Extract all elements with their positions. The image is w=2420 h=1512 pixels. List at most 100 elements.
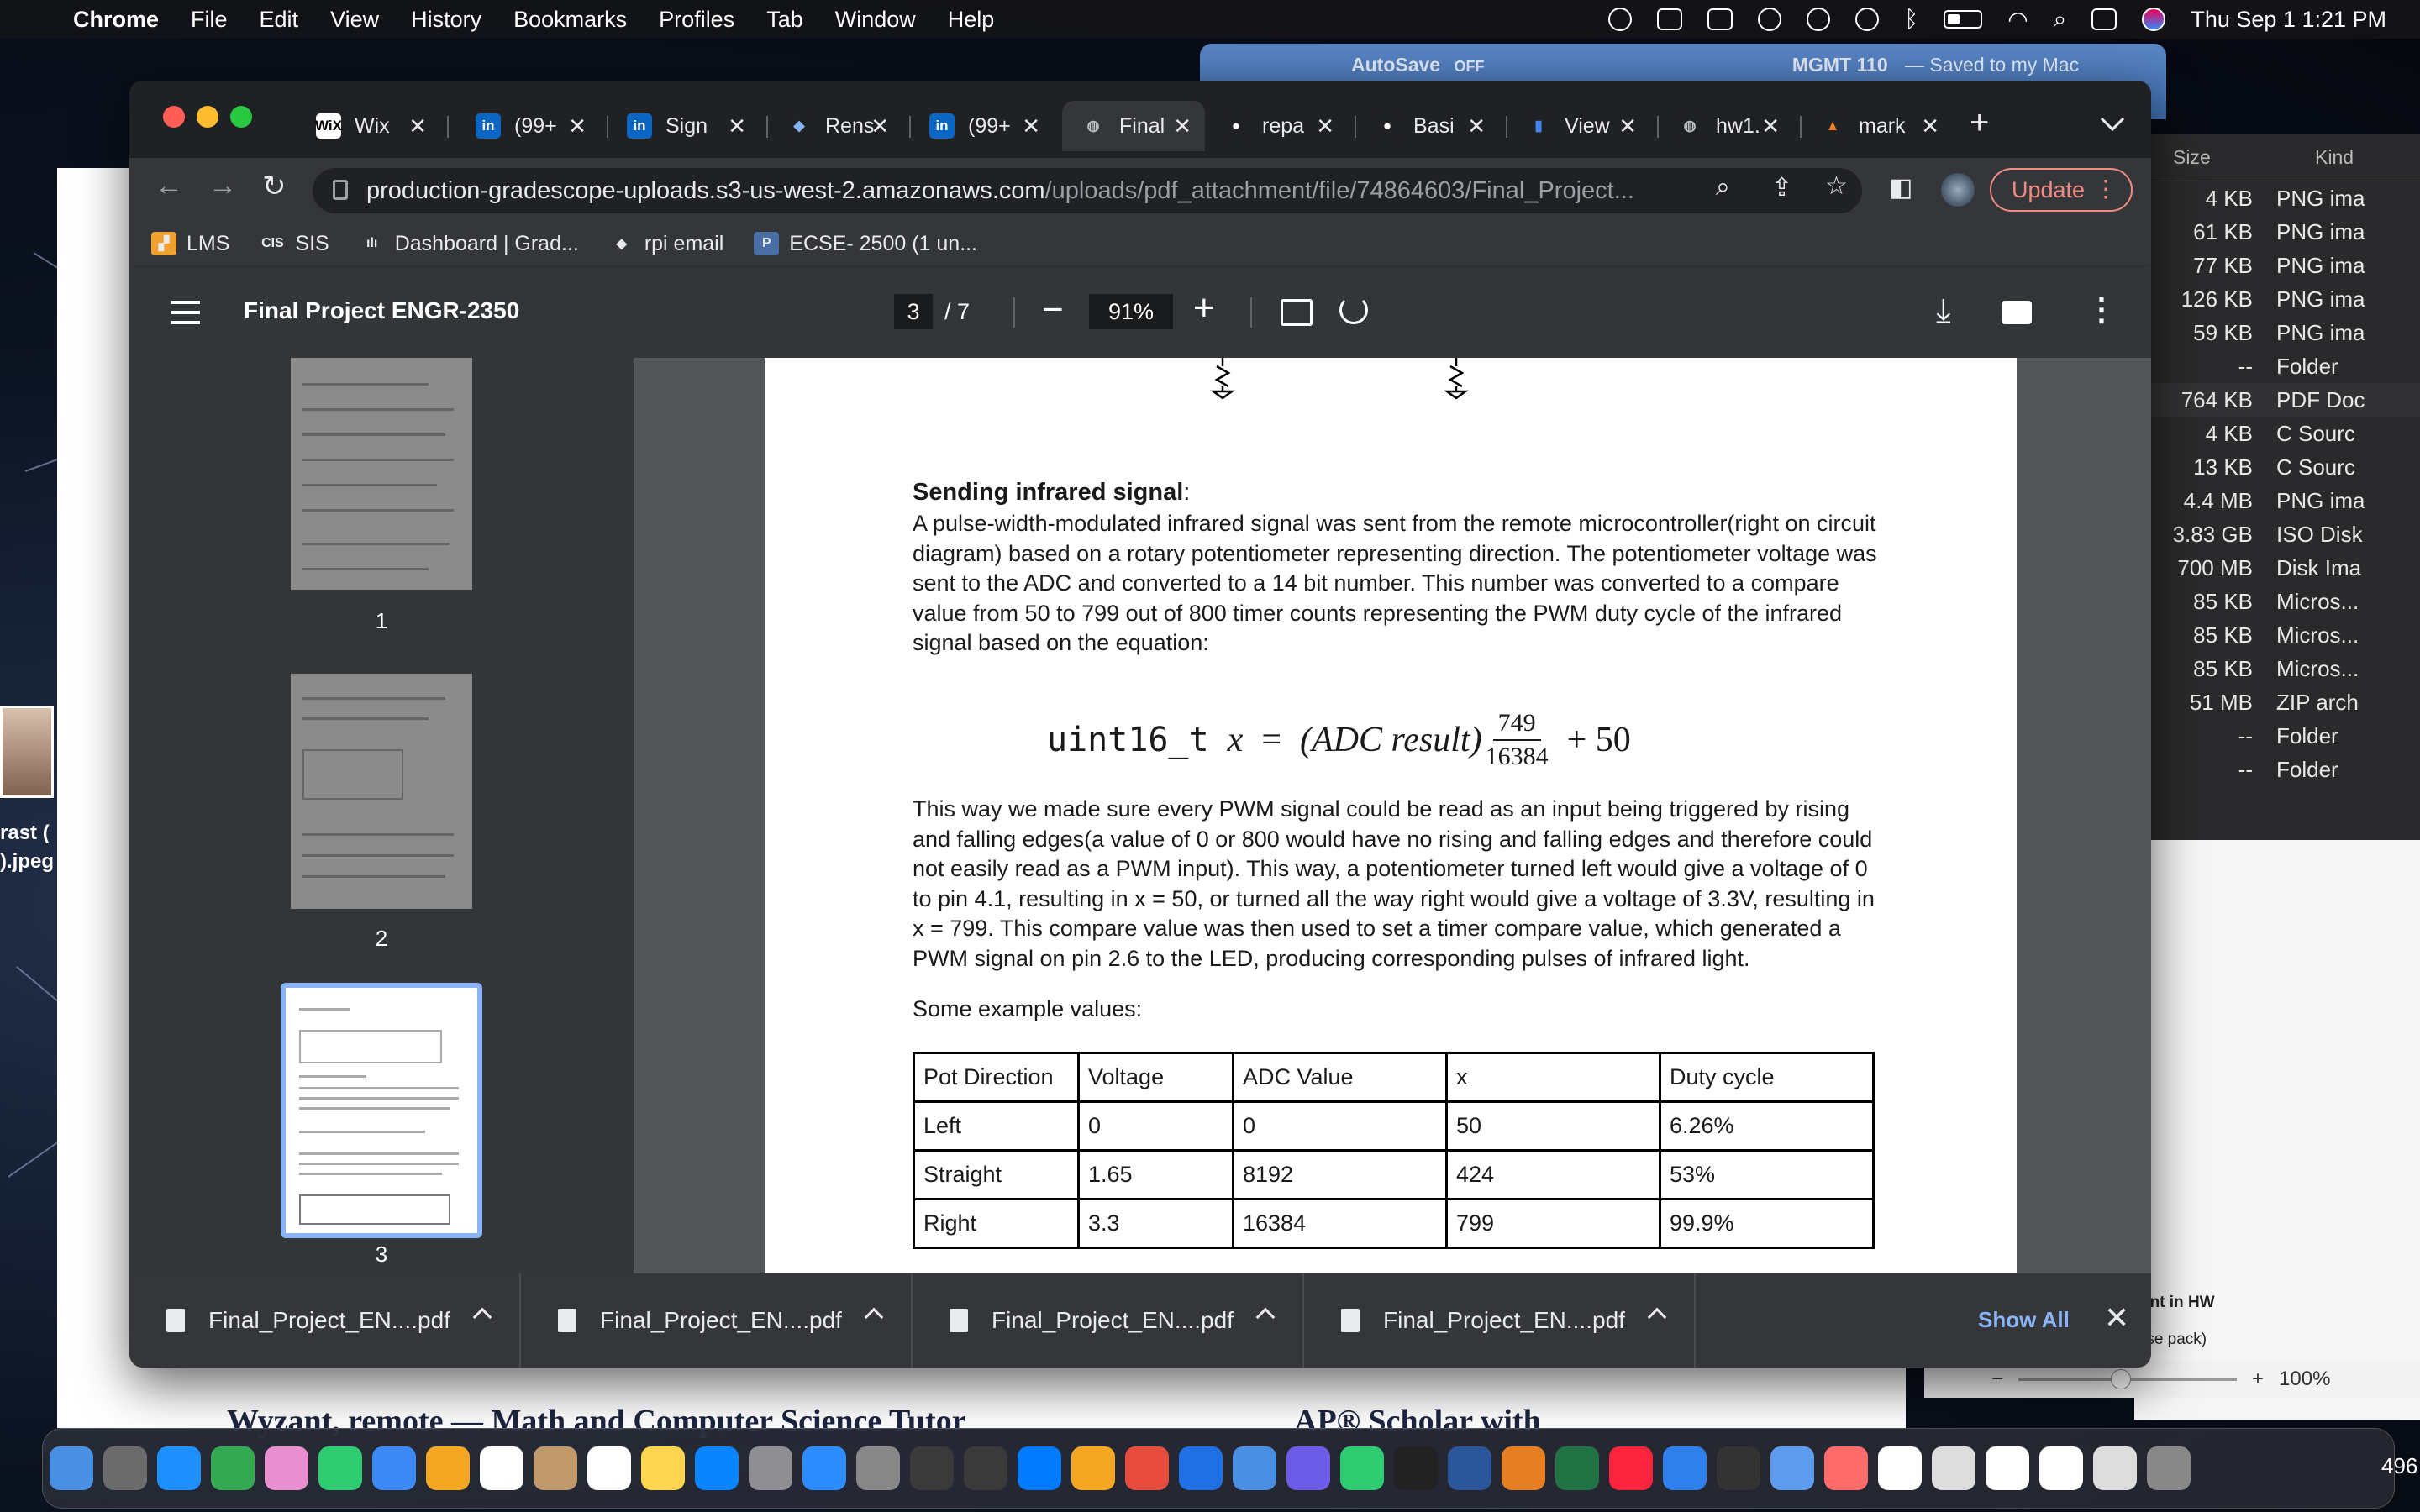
side-panel-icon[interactable]: ◧ xyxy=(1889,173,1912,202)
dock-app-icon[interactable] xyxy=(157,1446,201,1490)
dock-app-icon[interactable] xyxy=(1770,1446,1814,1490)
browser-tab[interactable]: ● Basi ✕ xyxy=(1356,101,1499,151)
browser-tab[interactable]: ▲ mark ✕ xyxy=(1802,101,1953,151)
close-tab-icon[interactable]: ✕ xyxy=(568,113,587,139)
fit-to-page-icon[interactable] xyxy=(1281,299,1313,326)
finder-row[interactable]: 764 KB PDF Doc xyxy=(2134,383,2420,417)
play-icon[interactable] xyxy=(1855,8,1880,31)
rotate-icon[interactable] xyxy=(1339,296,1368,324)
dock-app-icon[interactable] xyxy=(587,1446,631,1490)
finder-row[interactable]: 59 KB PNG ima xyxy=(2134,316,2420,349)
dock-app-icon[interactable] xyxy=(211,1446,255,1490)
show-all-downloads-button[interactable]: Show All xyxy=(1978,1307,2070,1333)
unity-icon[interactable] xyxy=(1657,8,1683,30)
minimize-window-button[interactable] xyxy=(197,106,218,128)
zoom-slider[interactable] xyxy=(2018,1369,2238,1389)
menu-profiles[interactable]: Profiles xyxy=(643,7,750,33)
dock-app-icon[interactable] xyxy=(695,1446,739,1490)
dock-app-icon[interactable] xyxy=(1340,1446,1384,1490)
dock-app-icon[interactable] xyxy=(372,1446,416,1490)
close-tab-icon[interactable]: ✕ xyxy=(1467,113,1486,139)
battery-icon[interactable] xyxy=(1944,10,1983,29)
finder-row[interactable]: 13 KB C Sourc xyxy=(2134,450,2420,484)
zoom-out-icon[interactable]: − xyxy=(1991,1368,2003,1391)
download-item[interactable]: Final_Project_EN....pdf xyxy=(1304,1273,1696,1368)
dock-app-icon[interactable] xyxy=(1125,1446,1169,1490)
close-tab-icon[interactable]: ✕ xyxy=(728,113,746,139)
browser-tab[interactable]: ▮ View ✕ xyxy=(1507,101,1650,151)
browser-tab[interactable]: ● repa ✕ xyxy=(1205,101,1348,151)
dock-app-icon[interactable] xyxy=(1555,1446,1599,1490)
finder-row[interactable]: 85 KB Micros... xyxy=(2134,618,2420,652)
forward-arrow-icon[interactable]: → xyxy=(208,170,237,202)
dock-app-icon[interactable] xyxy=(2039,1446,2083,1490)
zoom-in-icon[interactable]: + xyxy=(2252,1368,2264,1391)
dock-app-icon[interactable] xyxy=(802,1446,846,1490)
download-options-chevron-icon[interactable] xyxy=(1255,1307,1276,1327)
page-number-input[interactable]: 3 xyxy=(894,294,933,329)
finder-row[interactable]: -- Folder xyxy=(2134,719,2420,753)
tab-search-chevron-icon[interactable] xyxy=(2100,107,2125,132)
globe-icon[interactable] xyxy=(1758,8,1782,31)
print-icon[interactable] xyxy=(2002,301,2032,324)
menu-edit[interactable]: Edit xyxy=(244,7,315,33)
dock-app-icon[interactable] xyxy=(103,1446,147,1490)
browser-tab[interactable]: WiX Wix ✕ xyxy=(297,101,440,151)
reload-icon[interactable]: ↻ xyxy=(262,170,287,203)
finder-row[interactable]: 85 KB Micros... xyxy=(2134,585,2420,618)
zoom-level-input[interactable]: 91% xyxy=(1089,294,1173,329)
airdrop-icon[interactable] xyxy=(1807,8,1831,31)
browser-tab[interactable]: in (99+ ✕ xyxy=(911,101,1054,151)
download-options-chevron-icon[interactable] xyxy=(1647,1307,1667,1327)
close-tab-icon[interactable]: ✕ xyxy=(1022,113,1040,139)
page-thumbnail-1[interactable] xyxy=(291,358,472,590)
bookmark-star-icon[interactable]: ☆ xyxy=(1825,171,1848,201)
update-button[interactable]: Update ⋮ xyxy=(1990,168,2133,212)
profile-avatar[interactable] xyxy=(1941,173,1975,207)
dock-app-icon[interactable] xyxy=(1932,1446,1975,1490)
dock-app-icon[interactable] xyxy=(318,1446,362,1490)
creative-cloud-icon[interactable] xyxy=(1608,8,1633,31)
dock-app-icon[interactable] xyxy=(910,1446,954,1490)
finder-col-size[interactable]: Size xyxy=(2134,146,2265,169)
finder-row[interactable]: 3.83 GB ISO Disk xyxy=(2134,517,2420,551)
more-options-icon[interactable]: ⋮ xyxy=(2086,291,2118,328)
bookmark-item[interactable]: CIS SIS xyxy=(260,232,329,256)
dock-app-icon[interactable] xyxy=(1986,1446,2029,1490)
dock-app-icon[interactable] xyxy=(2093,1446,2137,1490)
siri-icon[interactable] xyxy=(2142,8,2166,31)
finder-row[interactable]: 85 KB Micros... xyxy=(2134,652,2420,685)
menu-history[interactable]: History xyxy=(395,7,497,33)
spotlight-search-icon[interactable]: ⌕ xyxy=(2054,6,2067,34)
close-tab-icon[interactable]: ✕ xyxy=(408,113,427,139)
dock-app-icon[interactable] xyxy=(426,1446,470,1490)
finder-row[interactable]: 51 MB ZIP arch xyxy=(2134,685,2420,719)
camera-icon[interactable] xyxy=(1707,8,1733,30)
close-tab-icon[interactable]: ✕ xyxy=(1618,113,1637,139)
close-tab-icon[interactable]: ✕ xyxy=(1173,113,1192,139)
dock-app-icon[interactable] xyxy=(1071,1446,1115,1490)
close-tab-icon[interactable]: ✕ xyxy=(871,113,889,139)
close-download-shelf-icon[interactable]: ✕ xyxy=(2104,1300,2129,1336)
finder-row[interactable]: 700 MB Disk Ima xyxy=(2134,551,2420,585)
dock-app-icon[interactable] xyxy=(749,1446,792,1490)
menu-file[interactable]: File xyxy=(175,7,244,33)
download-options-chevron-icon[interactable] xyxy=(864,1307,884,1327)
browser-tab[interactable]: ◆ Rens ✕ xyxy=(768,101,902,151)
dock-app-icon[interactable] xyxy=(964,1446,1007,1490)
menu-tab[interactable]: Tab xyxy=(750,7,819,33)
close-tab-icon[interactable]: ✕ xyxy=(1921,113,1939,139)
desktop-file-label[interactable]: rast ( ).jpeg xyxy=(0,819,54,876)
dock-app-icon[interactable] xyxy=(1663,1446,1707,1490)
browser-tab[interactable]: ◍ hw1. ✕ xyxy=(1659,101,1793,151)
page-thumbnail-3-selected[interactable] xyxy=(281,983,482,1238)
bookmark-item[interactable]: ılı Dashboard | Grad... xyxy=(359,232,579,256)
finder-row[interactable]: 4 KB PNG ima xyxy=(2134,181,2420,215)
browser-tab[interactable]: in Sign ✕ xyxy=(608,101,760,151)
back-arrow-icon[interactable]: ← xyxy=(155,170,183,202)
dock-app-icon[interactable] xyxy=(1609,1446,1653,1490)
dock-app-icon[interactable] xyxy=(2147,1446,2191,1490)
menu-view[interactable]: View xyxy=(314,7,395,33)
dock-app-icon[interactable] xyxy=(856,1446,900,1490)
zoom-out-button[interactable]: − xyxy=(1042,289,1064,331)
